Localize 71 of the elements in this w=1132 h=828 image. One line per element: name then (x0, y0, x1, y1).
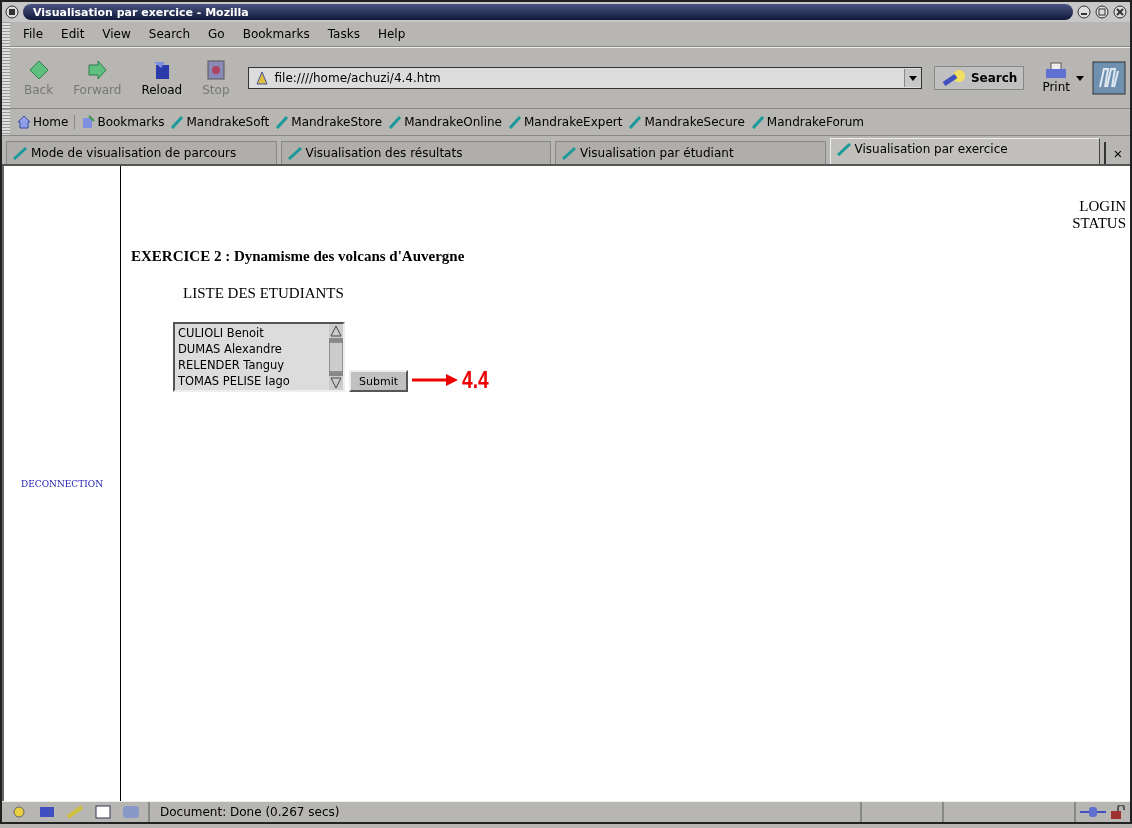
menu-item[interactable]: Edit (52, 27, 94, 41)
bookmark-link[interactable]: MandrakeExpert (504, 115, 626, 129)
bookmark-link[interactable]: Home (14, 115, 76, 129)
bookmark-link[interactable]: MandrakeSoft (167, 115, 273, 129)
window-menu-icon[interactable] (5, 5, 19, 19)
student-list-box[interactable]: CULIOLI Benoit DUMAS Alexandre RELENDER Tanguy TOMAS PELISE Iago (173, 322, 345, 392)
pen-icon (835, 142, 852, 156)
tab[interactable]: Visualisation par exercice (829, 138, 1100, 164)
submit-button[interactable]: Submit (349, 370, 409, 392)
plug-icon[interactable] (1080, 806, 1106, 818)
list-option[interactable]: RELENDER Tanguy (178, 357, 326, 373)
print-button[interactable]: Print (1036, 61, 1076, 95)
minimize-icon[interactable] (1077, 5, 1091, 19)
reload-button[interactable]: Reload (131, 59, 193, 97)
pen-icon (12, 146, 28, 160)
exercise-heading: EXERCICE 2 : Dynamisme des volcans d'Auvergne (131, 248, 466, 265)
close-tab-button[interactable]: × (1104, 142, 1130, 164)
bookmark-link[interactable]: MandrakeStore (272, 115, 386, 129)
logo-icon[interactable] (1092, 61, 1126, 95)
login-status-text: LOGIN STATUS (1072, 198, 1126, 232)
menu-item[interactable]: File (14, 27, 53, 41)
padlock-icon[interactable] (1110, 805, 1126, 819)
back-arrow-icon (27, 59, 50, 81)
menu-item[interactable]: Go (199, 27, 234, 41)
scroll-down-icon[interactable] (329, 376, 343, 390)
menu-item[interactable]: Help (368, 27, 415, 41)
pen-icon (286, 146, 303, 160)
toolbar-grip[interactable] (2, 22, 10, 46)
list-option[interactable]: DUMAS Alexandre (178, 341, 326, 357)
dropdown-icon[interactable] (1076, 75, 1084, 81)
scroll-up-icon[interactable] (329, 324, 343, 338)
scroll-thumb[interactable] (329, 342, 343, 372)
scrollbar[interactable] (329, 324, 343, 390)
tab[interactable]: Visualisation par étudiant (555, 141, 826, 164)
tab[interactable]: Visualisation des résultats (280, 141, 551, 164)
pen-icon (628, 115, 643, 129)
flashlight-icon (940, 69, 967, 87)
forward-arrow-icon (86, 59, 109, 81)
tab[interactable]: Mode de visualisation de parcours (6, 141, 277, 164)
bookmark-link[interactable]: Bookmarks (78, 115, 168, 129)
house-icon (17, 115, 31, 129)
menu-item[interactable]: Tasks (318, 27, 369, 41)
pen-icon (750, 115, 765, 129)
menu-item[interactable]: Search (139, 27, 200, 41)
stop-icon (204, 59, 227, 81)
printer-icon (1044, 62, 1069, 80)
pen-icon (170, 115, 185, 129)
pen-icon (561, 146, 577, 160)
search-button[interactable]: Search (933, 66, 1025, 90)
list-label: LISTE DES ETUDIANTS (183, 285, 345, 302)
arrow (412, 373, 459, 387)
bookmark-link[interactable]: MandrakeOnline (385, 115, 505, 129)
bookmark-link[interactable]: MandrakeSecure (625, 115, 748, 129)
deconnection-link[interactable]: DECONNECTION (20, 478, 104, 489)
menu-item[interactable]: View (93, 27, 140, 41)
list-option[interactable]: CULIOLI Benoit (178, 325, 326, 341)
menu-item[interactable]: Bookmarks (233, 27, 319, 41)
toolbar-grip[interactable] (2, 109, 10, 135)
close-icon[interactable] (1113, 5, 1127, 19)
dropdown-icon[interactable] (908, 75, 917, 81)
pen-icon (507, 115, 522, 129)
pen-icon (275, 115, 290, 129)
list-option[interactable]: TOMAS PELISE Iago (178, 373, 326, 389)
toolbar-grip[interactable] (2, 48, 10, 108)
maximize-icon[interactable] (1095, 5, 1109, 19)
status-text: Document: Done (0.267 secs) (159, 805, 341, 819)
bookmark-link[interactable]: MandrakeForum (747, 115, 867, 129)
window-title: Visualisation par exercice - Mozilla (23, 4, 1073, 20)
annotation-label: 4.4 (462, 368, 489, 392)
url-field[interactable]: file:////home/achuzi/4.4.htm (247, 67, 922, 89)
pen-icon (388, 115, 403, 129)
